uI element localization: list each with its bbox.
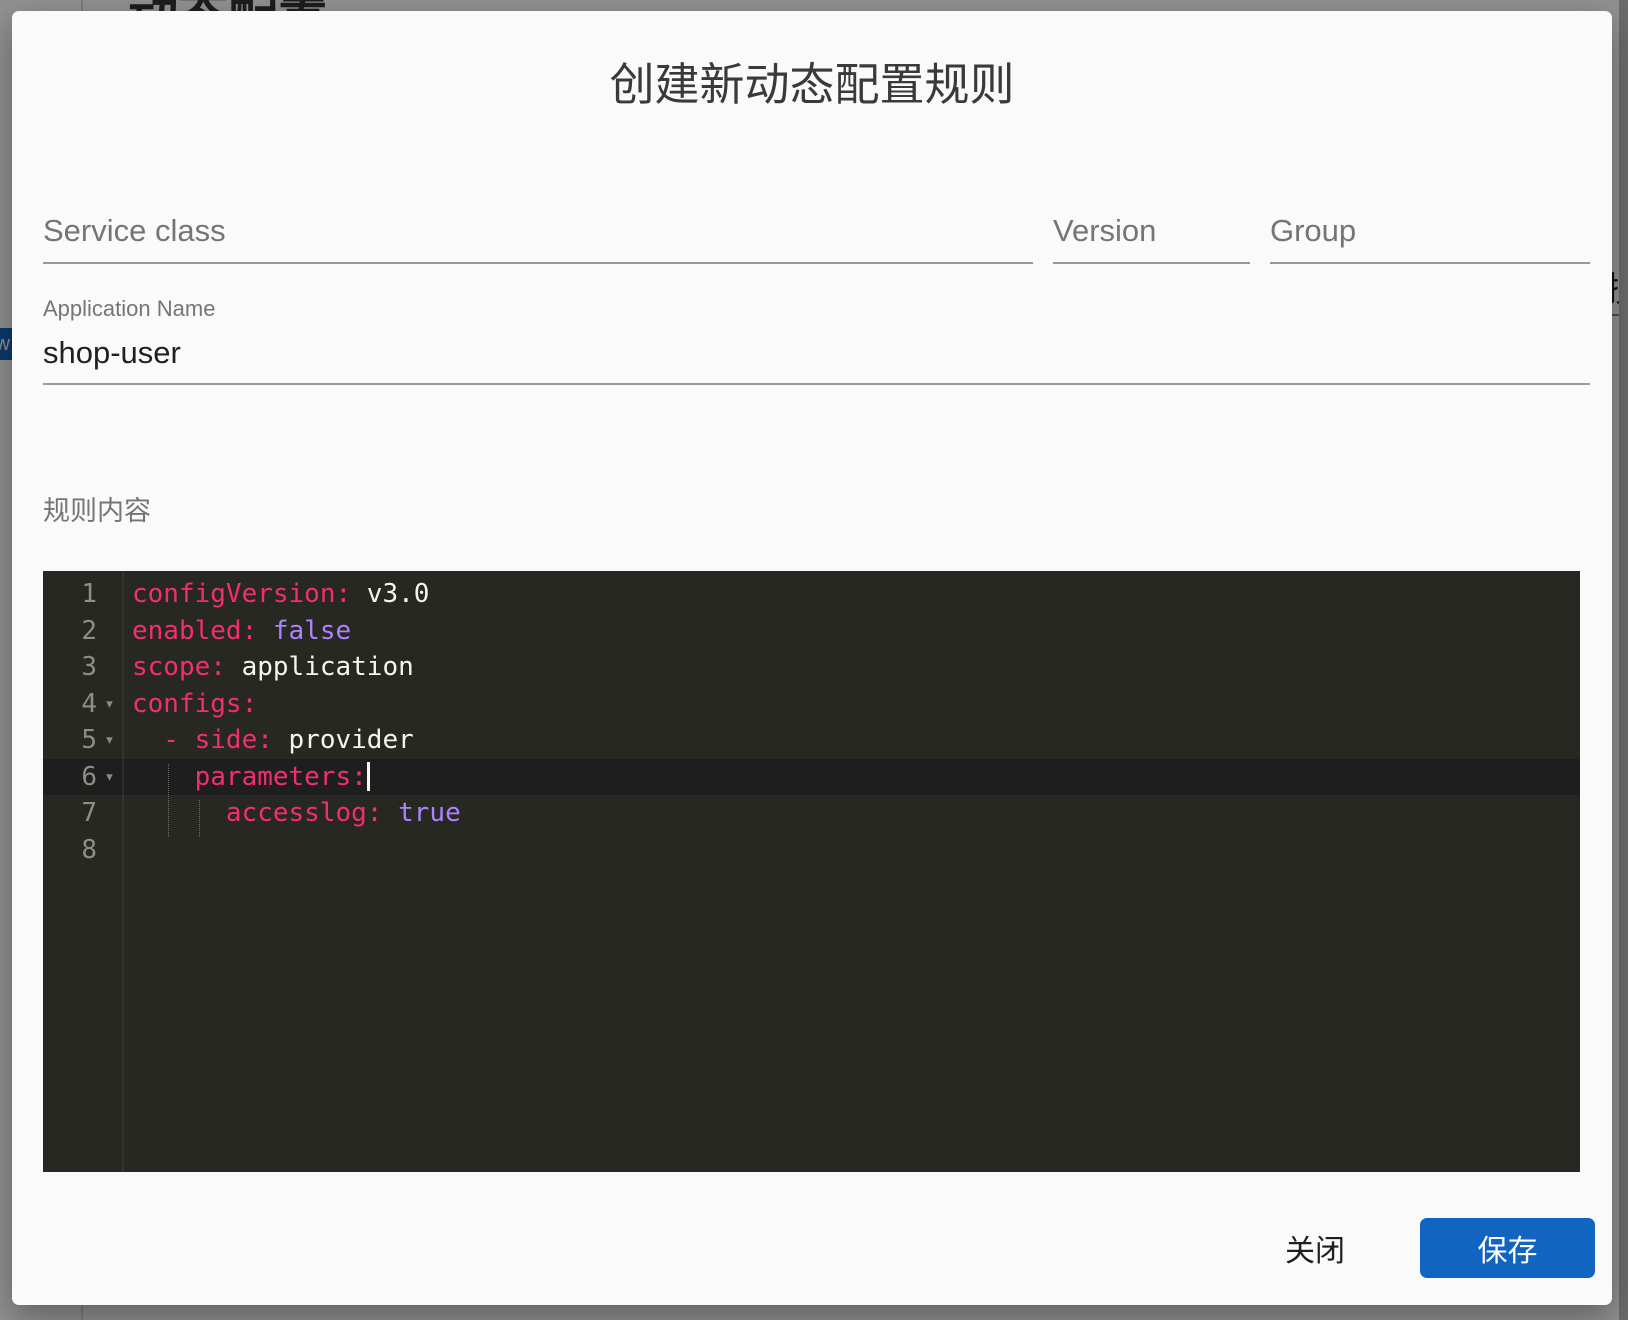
code-text: enabled: false bbox=[122, 613, 1580, 650]
gutter-cell: 7 bbox=[43, 795, 122, 832]
yaml-token-key: accesslog: bbox=[132, 798, 383, 828]
code-line[interactable]: 7 accesslog: true bbox=[43, 795, 1580, 832]
line-number: 5 bbox=[81, 725, 97, 755]
dialog-title: 创建新动态配置规则 bbox=[609, 59, 1015, 110]
code-text: - side: provider bbox=[122, 722, 1580, 759]
rule-content-label: 规则内容 bbox=[43, 496, 151, 526]
yaml-token-plain: provider bbox=[272, 725, 414, 755]
application-name-label: Application Name bbox=[43, 296, 216, 321]
code-line[interactable]: 3 scope: application bbox=[43, 649, 1580, 686]
save-button[interactable]: 保存 bbox=[1420, 1218, 1595, 1278]
yaml-code-editor[interactable]: 1 configVersion: v3.0 2 enabled: false 3 scop… bbox=[43, 571, 1580, 1172]
fold-marker-icon[interactable]: ▾ bbox=[97, 686, 122, 723]
yaml-token-plain: v3.0 bbox=[351, 579, 430, 609]
code-text: configs: bbox=[122, 686, 1580, 723]
service-class-input[interactable] bbox=[43, 200, 1033, 264]
code-line[interactable]: 2 enabled: false bbox=[43, 613, 1580, 650]
application-name-field: Application Name bbox=[43, 295, 1590, 385]
gutter-cell: 6 ▾ bbox=[43, 759, 122, 796]
yaml-token-key: - side: bbox=[132, 725, 273, 755]
fold-marker-empty bbox=[97, 649, 122, 686]
fold-marker-empty bbox=[97, 832, 122, 869]
indent-guide bbox=[199, 800, 200, 837]
line-number: 6 bbox=[81, 761, 97, 792]
line-number: 2 bbox=[81, 615, 97, 646]
code-line[interactable]: 4 ▾ configs: bbox=[43, 686, 1580, 723]
code-text: configVersion: v3.0 bbox=[122, 576, 1580, 613]
text-cursor bbox=[366, 761, 370, 791]
code-text: parameters: bbox=[122, 759, 1580, 796]
code-line[interactable]: 1 configVersion: v3.0 bbox=[43, 576, 1580, 613]
code-text: scope: application bbox=[122, 649, 1580, 686]
gutter-cell: 3 bbox=[43, 649, 122, 686]
gutter-cell: 1 bbox=[43, 576, 122, 613]
line-number: 4 bbox=[81, 688, 97, 719]
application-name-input[interactable] bbox=[43, 323, 1590, 385]
line-number: 8 bbox=[81, 834, 97, 865]
fold-marker-empty bbox=[97, 795, 122, 832]
yaml-token-key: configs: bbox=[132, 688, 258, 719]
fold-marker-empty bbox=[97, 576, 122, 613]
code-line[interactable]: 5 ▾ - side: provider bbox=[43, 722, 1580, 759]
fold-marker-icon[interactable]: ▾ bbox=[97, 759, 122, 796]
code-text: accesslog: true bbox=[122, 795, 1580, 832]
yaml-token-plain: application bbox=[225, 652, 414, 682]
yaml-token-bool: true bbox=[382, 798, 461, 828]
line-number: 3 bbox=[81, 652, 97, 682]
line-number: 7 bbox=[81, 798, 97, 828]
gutter-cell: 2 bbox=[43, 613, 122, 650]
close-button[interactable]: 关闭 bbox=[1259, 1218, 1371, 1278]
code-line[interactable]: 6 ▾ parameters: bbox=[43, 758, 1580, 796]
indent-guide bbox=[168, 764, 169, 837]
gutter-cell: 8 bbox=[43, 832, 122, 869]
yaml-token-key: configVersion: bbox=[132, 579, 352, 609]
gutter-cell: 5 ▾ bbox=[43, 722, 122, 759]
group-input[interactable] bbox=[1270, 200, 1590, 264]
create-rule-dialog: 创建新动态配置规则 Application Name 规则内容 1 configV… bbox=[12, 11, 1612, 1305]
line-number: 1 bbox=[81, 579, 97, 609]
fold-marker-empty bbox=[97, 613, 122, 650]
yaml-token-key: enabled: bbox=[132, 615, 258, 646]
code-line[interactable]: 8 bbox=[43, 832, 1580, 869]
gutter-cell: 4 ▾ bbox=[43, 686, 122, 723]
yaml-token-key: scope: bbox=[132, 652, 226, 682]
service-fields-row bbox=[43, 200, 1590, 264]
fold-marker-icon[interactable]: ▾ bbox=[97, 722, 122, 759]
yaml-token-bool: false bbox=[257, 615, 352, 646]
version-input[interactable] bbox=[1053, 200, 1250, 264]
